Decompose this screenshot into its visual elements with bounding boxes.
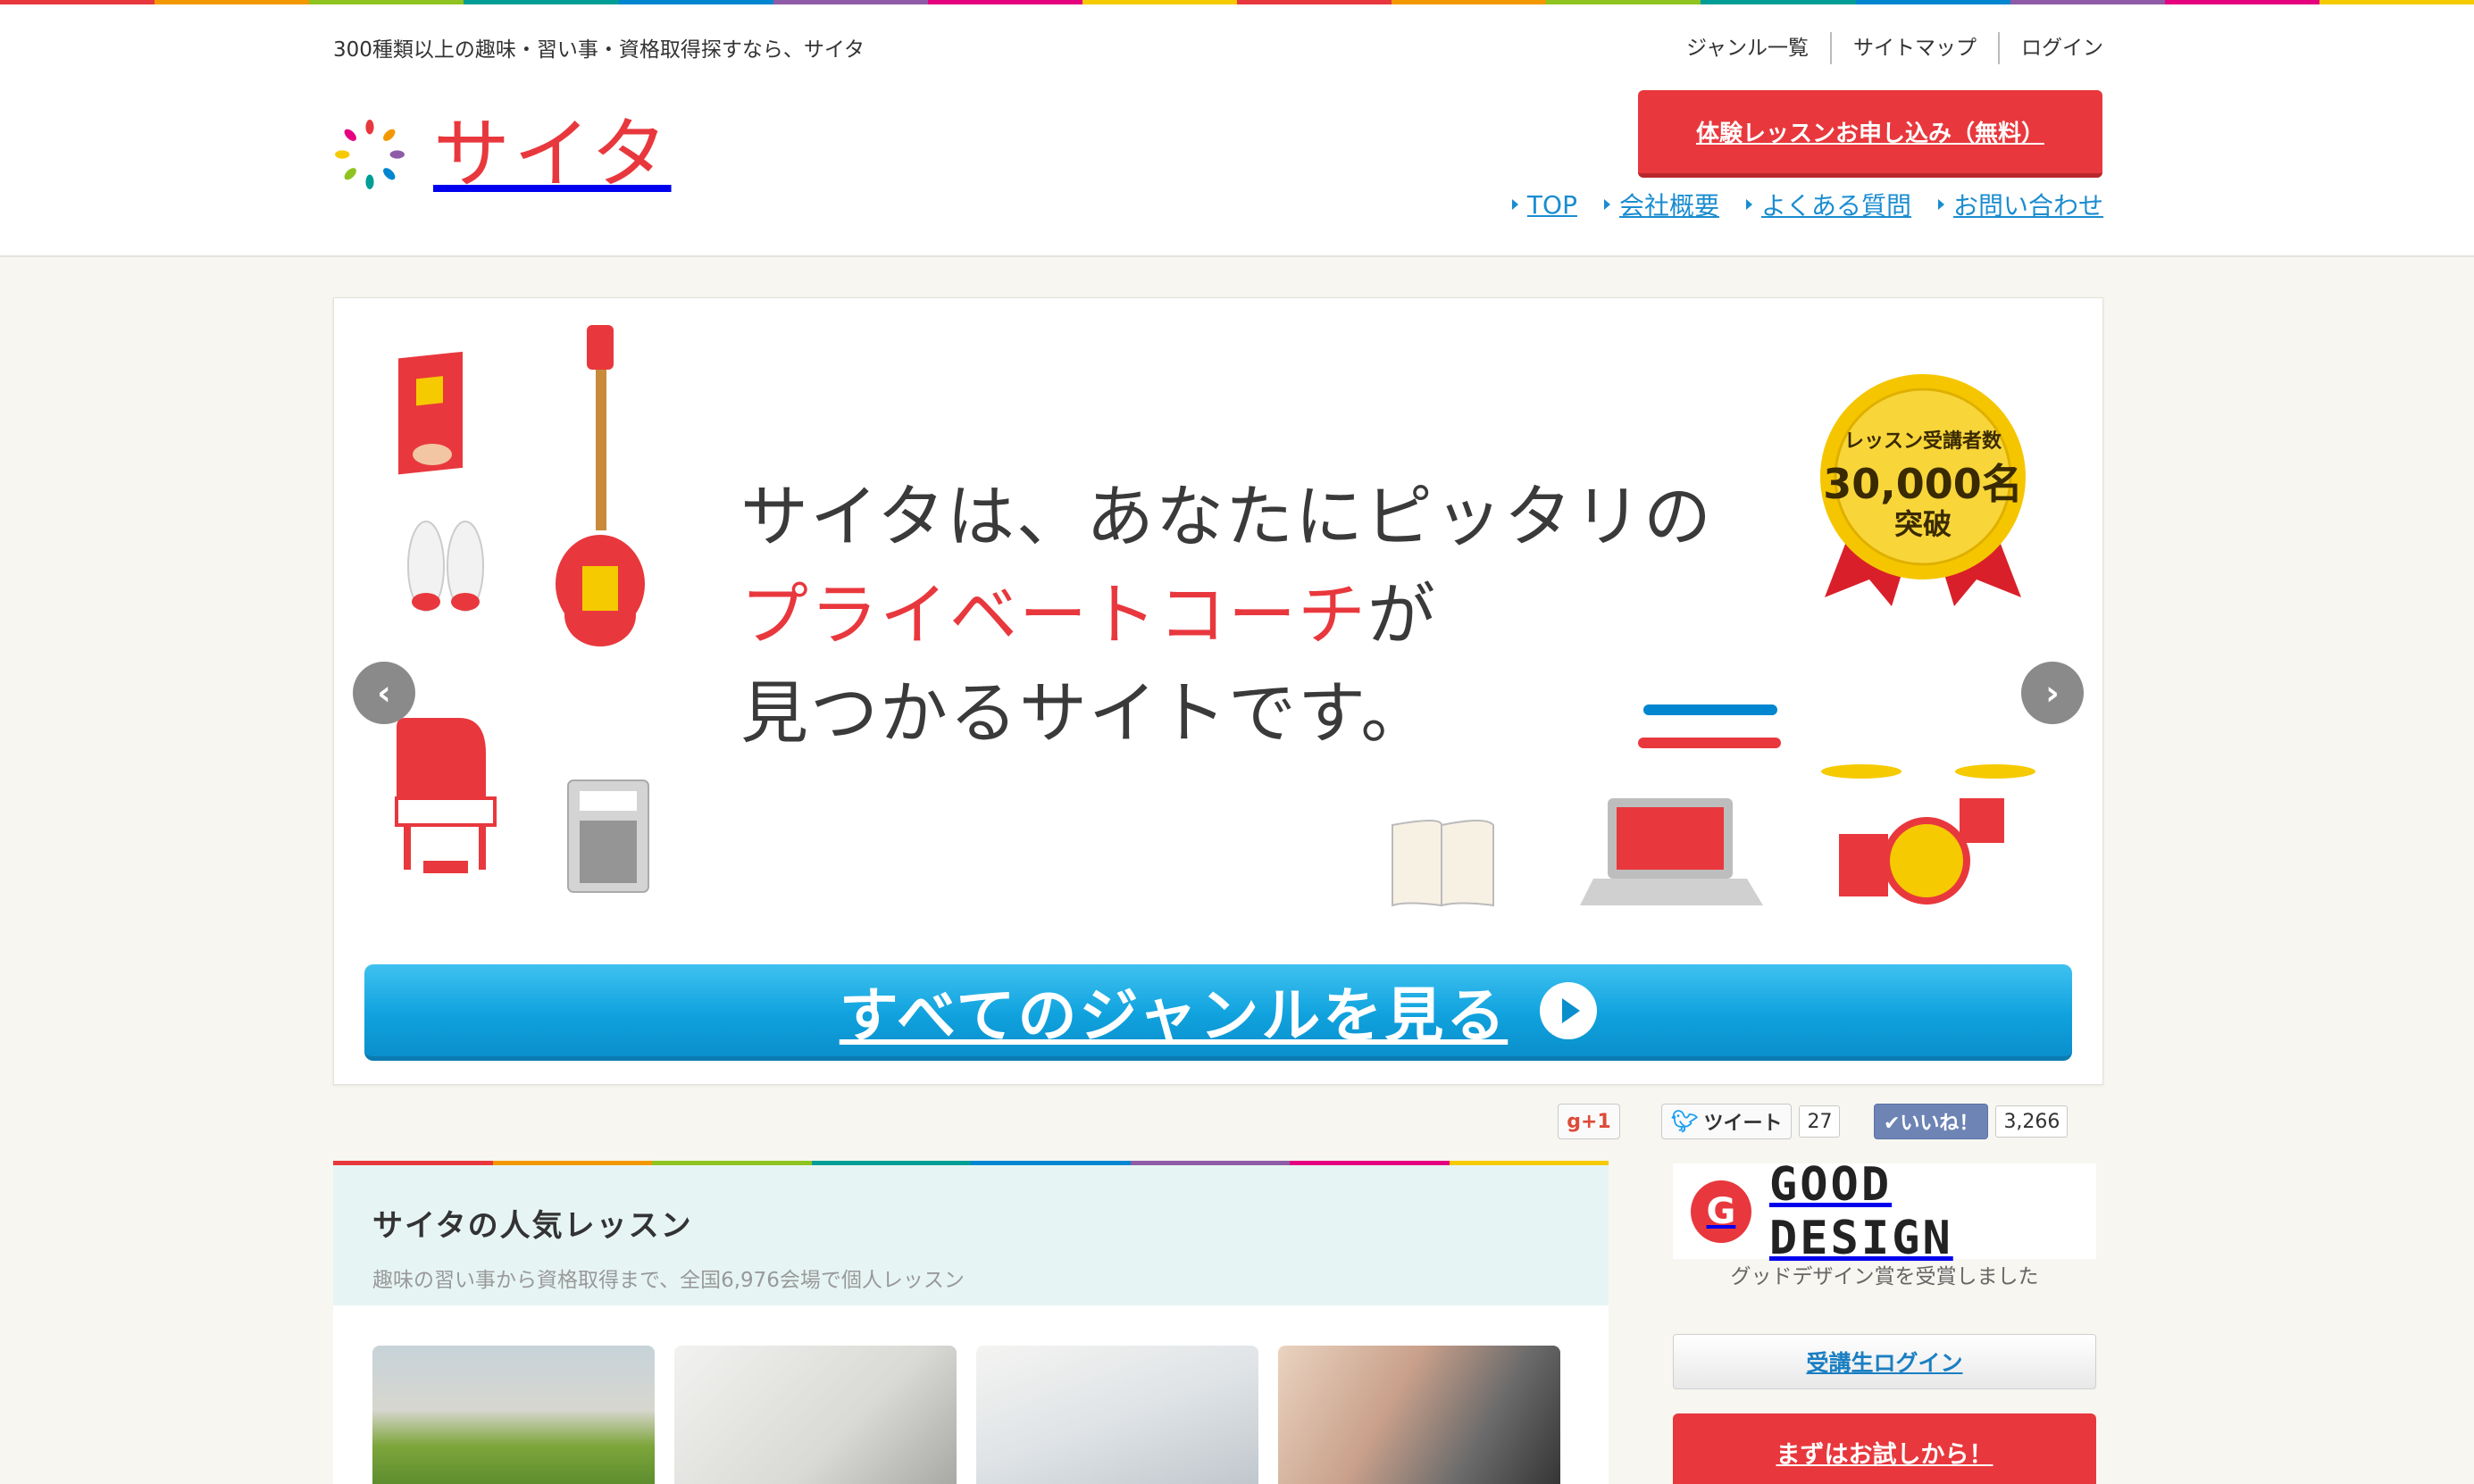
lesson-thumbnail-drums[interactable]: [674, 1346, 957, 1484]
student-login-button[interactable]: 受講生ログイン: [1673, 1334, 2096, 1389]
tweet-count: 27: [1799, 1105, 1841, 1138]
hero-line-2-highlight: プライベートコーチ: [740, 575, 1367, 654]
shoes-icon: [407, 521, 484, 612]
view-all-genres-label: すべてのジャンルを見る: [839, 980, 1509, 1050]
hero-copy: サイタは、あなたにピッタリの プライベートコーチが 見つかるサイトです。: [740, 468, 1713, 763]
utility-nav: ジャンル一覧 サイトマップ ログイン: [1665, 32, 2103, 64]
hero-line-2-rest: が: [1367, 575, 1437, 654]
arrow-right-icon: [1511, 199, 1518, 210]
tweet-label: ツイート: [1703, 1113, 1783, 1135]
good-design-text: GOOD DESIGN: [1768, 1157, 1953, 1265]
laptop-icon: [1580, 798, 1763, 905]
nav-top[interactable]: TOP: [1511, 187, 1577, 222]
arrow-right-icon: [1603, 199, 1610, 210]
chevron-left-icon: ‹: [377, 673, 391, 713]
piano-icon: [395, 718, 497, 873]
tweet-button[interactable]: 🐦︎ ツイート: [1661, 1104, 1793, 1139]
view-all-genres-button[interactable]: すべてのジャンルを見る: [364, 964, 2072, 1061]
popular-lessons-title: サイタの人気レッスン: [372, 1208, 693, 1244]
try-first-button[interactable]: まずはお試しから！: [1673, 1413, 2096, 1484]
util-link-login[interactable]: ログイン: [1998, 32, 2103, 64]
drums-icon: [1821, 764, 2035, 905]
like-count: 3,266: [1995, 1105, 2069, 1138]
arrow-right-icon: [1745, 199, 1752, 210]
hero-line-3: 見つかるサイトです。: [740, 673, 1431, 753]
facebook-like-widget: ✔いいね！ 3,266: [1874, 1103, 2069, 1140]
logo-flower-icon: [335, 120, 405, 189]
nav-contact[interactable]: お問い合わせ: [1937, 187, 2103, 222]
calculator-icon: [567, 780, 649, 893]
site-tagline: 300種類以上の趣味・習い事・資格取得探すなら、サイタ: [333, 38, 865, 62]
main-nav: TOP 会社概要 よくある質問 お問い合わせ: [1485, 187, 2103, 222]
nav-faq-label: よくある質問: [1760, 191, 1911, 221]
twitter-bird-icon: 🐦︎: [1671, 1109, 1699, 1134]
good-design-award[interactable]: G GOOD DESIGN: [1673, 1158, 2096, 1265]
tweet-widget: 🐦︎ ツイート 27: [1661, 1103, 1841, 1140]
util-link-sitemap[interactable]: サイトマップ: [1830, 32, 1998, 64]
site-logo[interactable]: サイタ: [333, 116, 672, 193]
site-header: 300種類以上の趣味・習い事・資格取得探すなら、サイタ ジャンル一覧 サイトマッ…: [0, 4, 2474, 257]
lesson-thumbnail-business[interactable]: [976, 1346, 1258, 1484]
trial-lesson-button[interactable]: 体験レッスンお申し込み（無料）: [1638, 90, 2102, 178]
badge-line-3: 突破: [1893, 507, 1952, 541]
book-icon: [398, 351, 463, 475]
achievement-badge: レッスン受講者数 30,000名 突破: [1816, 370, 2030, 611]
popular-lessons-header: サイタの人気レッスン 趣味の習い事から資格取得まで、全国6,976会場で個人レッ…: [333, 1165, 1609, 1305]
gplus-button[interactable]: g+1: [1558, 1104, 1620, 1139]
lesson-thumbnail-design[interactable]: [1278, 1346, 1560, 1484]
hero-line-2: プライベートコーチが: [740, 566, 1713, 664]
nav-faq[interactable]: よくある質問: [1745, 187, 1911, 222]
slider-prev-button[interactable]: ‹: [353, 662, 415, 724]
popular-lessons-section: サイタの人気レッスン 趣味の習い事から資格取得まで、全国6,976会場で個人レッ…: [333, 1161, 1609, 1484]
good-design-caption: グッドデザイン賞を受賞しました: [1730, 1265, 2039, 1288]
badge-line-1: レッスン受講者数: [1843, 430, 2002, 453]
guitar-icon: [556, 325, 645, 646]
nav-company-label: 会社概要: [1618, 191, 1719, 221]
play-circle-icon: [1540, 981, 1598, 1039]
nav-contact-label: お問い合わせ: [1952, 191, 2103, 221]
nav-top-label: TOP: [1526, 189, 1577, 220]
gplus-widget: g+1: [1558, 1103, 1620, 1140]
chevron-right-icon: ›: [2045, 673, 2060, 713]
popular-lessons-subtitle: 趣味の習い事から資格取得まで、全国6,976会場で個人レッスン: [372, 1269, 965, 1292]
nav-company[interactable]: 会社概要: [1603, 187, 1719, 222]
section-rainbow-bar: [333, 1161, 1609, 1165]
good-design-logo-icon: G: [1691, 1180, 1751, 1243]
lesson-thumbnail-photography[interactable]: [372, 1346, 655, 1484]
util-link-genre-list[interactable]: ジャンル一覧: [1665, 32, 1830, 64]
logo-text: サイタ: [433, 110, 672, 199]
lesson-thumbnails: [372, 1346, 1580, 1484]
hero-slider: サイタは、あなたにピッタリの プライベートコーチが 見つかるサイトです。 レッス…: [333, 297, 2103, 1085]
slider-next-button[interactable]: ›: [2021, 662, 2084, 724]
hero-line-1: サイタは、あなたにピッタリの: [740, 477, 1713, 556]
facebook-like-button[interactable]: ✔いいね！: [1874, 1104, 1989, 1139]
open-book-icon: [1392, 820, 1494, 907]
arrow-right-icon: [1937, 199, 1944, 210]
